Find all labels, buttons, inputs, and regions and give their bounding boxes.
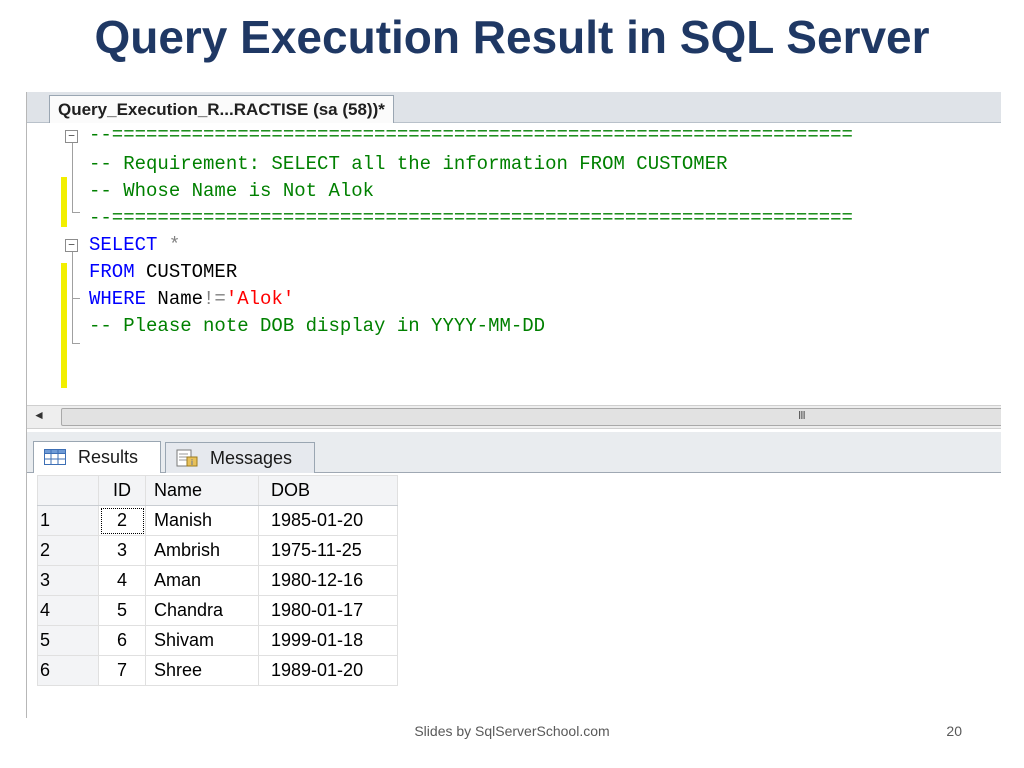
row-number[interactable]: 1 [37, 505, 99, 536]
outline-tick [72, 212, 80, 213]
select-star: * [157, 234, 181, 256]
string-literal: 'Alok' [225, 288, 295, 310]
row-number[interactable]: 5 [37, 625, 99, 656]
code-line-select: SELECT * [89, 233, 180, 257]
row-number[interactable]: 3 [37, 565, 99, 596]
cell-name[interactable]: Ambrish [145, 535, 259, 566]
cell-name[interactable]: Shivam [145, 625, 259, 656]
column-header-name[interactable]: Name [145, 475, 259, 506]
cell-name[interactable]: Aman [145, 565, 259, 596]
scroll-left-arrow-icon[interactable]: ◄ [33, 408, 45, 422]
keyword-from: FROM [89, 261, 135, 283]
tab-messages-label: Messages [210, 448, 293, 468]
column-header-dob[interactable]: DOB [258, 475, 398, 506]
table-row[interactable]: 3 4 Aman 1980-12-16 [37, 565, 398, 596]
row-number[interactable]: 4 [37, 595, 99, 626]
table-row[interactable]: 4 5 Chandra 1980-01-17 [37, 595, 398, 626]
outline-tick [72, 343, 80, 344]
svg-text:i: i [191, 458, 193, 467]
outline-line [72, 143, 73, 213]
code-line-from: FROM CUSTOMER [89, 260, 237, 284]
result-tab-bar: Results i Messages [27, 432, 1001, 473]
collapse-icon[interactable]: − [65, 239, 78, 252]
slide-footer: Slides by SqlServerSchool.com [414, 723, 610, 739]
tab-messages[interactable]: i Messages [165, 442, 315, 473]
document-tab-bar: Query_Execution_R...RACTISE (sa (58))* [27, 92, 1001, 123]
cell-dob[interactable]: 1999-01-18 [258, 625, 398, 656]
code-line-condition-comment: -- Whose Name is Not Alok [89, 180, 375, 202]
query-editor[interactable]: − − --==================================… [27, 123, 1001, 405]
scroll-grip-icon: III [798, 409, 806, 422]
query-document-tab[interactable]: Query_Execution_R...RACTISE (sa (58))* [49, 95, 394, 123]
horizontal-scrollbar[interactable]: ◄ III [27, 405, 1001, 429]
operator: != [203, 288, 226, 310]
cell-dob[interactable]: 1980-01-17 [258, 595, 398, 626]
cell-name[interactable]: Shree [145, 655, 259, 686]
row-number[interactable]: 2 [37, 535, 99, 566]
table-row[interactable]: 5 6 Shivam 1999-01-18 [37, 625, 398, 656]
tab-results-label: Results [78, 447, 139, 467]
cell-id[interactable]: 5 [98, 595, 146, 626]
cell-id[interactable]: 2 [98, 505, 146, 536]
tab-results[interactable]: Results [33, 441, 161, 473]
results-grid[interactable]: ID Name DOB 1 2 Manish 1985-01-20 2 3 Am… [37, 475, 398, 686]
cell-dob[interactable]: 1989-01-20 [258, 655, 398, 686]
code-line-separator: --======================================… [89, 207, 853, 229]
cell-dob[interactable]: 1980-12-16 [258, 565, 398, 596]
cell-name[interactable]: Chandra [145, 595, 259, 626]
slide-page-number: 20 [946, 723, 962, 739]
grid-icon [44, 449, 66, 465]
row-number-header[interactable] [37, 475, 99, 506]
code-line-where: WHERE Name!='Alok' [89, 287, 294, 311]
scroll-thumb[interactable]: III [61, 408, 1001, 426]
column-name: Name [146, 288, 204, 310]
cell-id[interactable]: 3 [98, 535, 146, 566]
outline-tick [72, 298, 80, 299]
table-name: CUSTOMER [134, 261, 238, 283]
cell-id[interactable]: 4 [98, 565, 146, 596]
keyword-where: WHERE [89, 288, 147, 310]
collapse-icon[interactable]: − [65, 130, 78, 143]
cell-name[interactable]: Manish [145, 505, 259, 536]
keyword-select: SELECT [89, 234, 158, 256]
cell-dob[interactable]: 1985-01-20 [258, 505, 398, 536]
column-header-id[interactable]: ID [98, 475, 146, 506]
code-line-requirement: -- Requirement: SELECT all the informati… [89, 153, 728, 175]
cell-id[interactable]: 7 [98, 655, 146, 686]
table-row[interactable]: 1 2 Manish 1985-01-20 [37, 505, 398, 536]
ssms-window: Query_Execution_R...RACTISE (sa (58))* −… [26, 92, 1001, 718]
row-number[interactable]: 6 [37, 655, 99, 686]
change-marker [61, 177, 67, 227]
messages-icon: i [176, 449, 198, 467]
slide-title: Query Execution Result in SQL Server [94, 11, 930, 63]
table-row[interactable]: 2 3 Ambrish 1975-11-25 [37, 535, 398, 566]
table-row[interactable]: 6 7 Shree 1989-01-20 [37, 655, 398, 686]
change-marker [61, 263, 67, 388]
code-line-separator: --======================================… [89, 124, 853, 146]
grid-header-row: ID Name DOB [37, 475, 398, 506]
cell-id[interactable]: 6 [98, 625, 146, 656]
cell-dob[interactable]: 1975-11-25 [258, 535, 398, 566]
code-line-dob-comment: -- Please note DOB display in YYYY-MM-DD [89, 315, 546, 337]
